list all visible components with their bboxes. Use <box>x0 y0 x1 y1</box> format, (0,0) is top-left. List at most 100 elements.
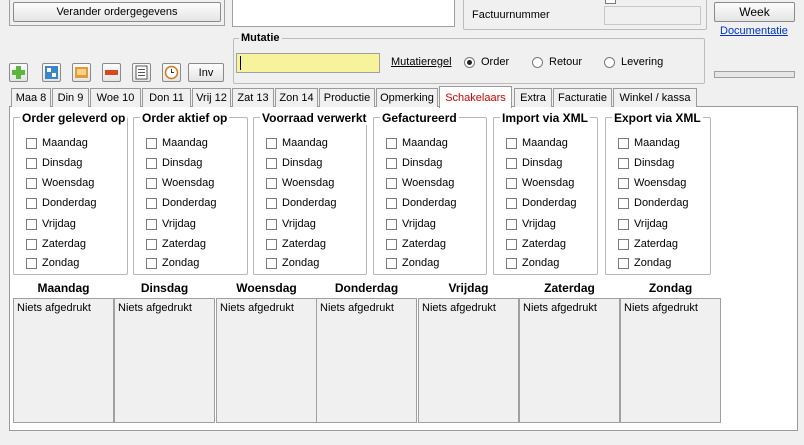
switch-checkbox-row[interactable]: Zondag <box>146 256 199 270</box>
switch-checkbox-row[interactable]: Zaterdag <box>146 237 206 251</box>
checkbox[interactable] <box>618 137 629 149</box>
add-icon[interactable] <box>9 63 28 82</box>
checkbox[interactable] <box>506 257 517 269</box>
checkbox[interactable] <box>266 157 277 169</box>
switch-checkbox-row[interactable]: Vrijdag <box>618 217 668 231</box>
checkbox[interactable] <box>386 197 397 209</box>
switch-checkbox-row[interactable]: Vrijdag <box>26 217 76 231</box>
tab-opmerking[interactable]: Opmerking <box>376 88 438 107</box>
checkbox[interactable] <box>266 218 277 230</box>
minus-icon[interactable] <box>102 63 121 82</box>
switch-checkbox-row[interactable]: Zondag <box>266 256 319 270</box>
switch-checkbox-row[interactable]: Maandag <box>386 136 448 150</box>
switch-checkbox-row[interactable]: Zondag <box>506 256 559 270</box>
checkbox[interactable] <box>618 157 629 169</box>
tab-productie[interactable]: Productie <box>319 88 375 107</box>
switch-checkbox-row[interactable]: Zondag <box>386 256 439 270</box>
switch-checkbox-row[interactable]: Donderdag <box>146 196 216 210</box>
checkbox[interactable] <box>618 177 629 189</box>
mutatie-input[interactable] <box>236 53 380 73</box>
checkbox[interactable] <box>506 137 517 149</box>
checkbox[interactable] <box>146 238 157 250</box>
switch-checkbox-row[interactable]: Donderdag <box>26 196 96 210</box>
switch-checkbox-row[interactable]: Maandag <box>26 136 88 150</box>
switch-checkbox-row[interactable]: Woensdag <box>506 176 574 190</box>
switch-checkbox-row[interactable]: Maandag <box>266 136 328 150</box>
checkbox[interactable] <box>146 197 157 209</box>
checkbox[interactable] <box>618 238 629 250</box>
tab-din-9[interactable]: Din 9 <box>52 88 89 107</box>
switch-checkbox-row[interactable]: Woensdag <box>618 176 686 190</box>
radio-levering[interactable] <box>604 57 615 68</box>
list-icon[interactable] <box>132 63 151 82</box>
checkbox[interactable] <box>506 218 517 230</box>
checkbox[interactable] <box>266 177 277 189</box>
checkbox[interactable] <box>26 137 37 149</box>
checkbox[interactable] <box>146 218 157 230</box>
checkbox[interactable] <box>26 177 37 189</box>
checkbox[interactable] <box>506 177 517 189</box>
checkbox[interactable] <box>386 177 397 189</box>
checkbox[interactable] <box>386 218 397 230</box>
switch-checkbox-row[interactable]: Vrijdag <box>146 217 196 231</box>
checkbox[interactable] <box>618 218 629 230</box>
clock-icon[interactable] <box>162 63 181 82</box>
switch-checkbox-row[interactable]: Donderdag <box>386 196 456 210</box>
change-order-button[interactable]: Verander ordergegevens <box>13 2 221 22</box>
switch-checkbox-row[interactable]: Donderdag <box>506 196 576 210</box>
checkbox[interactable] <box>26 218 37 230</box>
checkbox[interactable] <box>266 137 277 149</box>
checkbox[interactable] <box>26 157 37 169</box>
switch-checkbox-row[interactable]: Dinsdag <box>266 156 322 170</box>
tab-facturatie[interactable]: Facturatie <box>553 88 612 107</box>
checkbox[interactable] <box>506 197 517 209</box>
switch-checkbox-row[interactable]: Dinsdag <box>618 156 674 170</box>
tab-winkel-kassa[interactable]: Winkel / kassa <box>613 88 697 107</box>
switch-checkbox-row[interactable]: Maandag <box>506 136 568 150</box>
tab-woe-10[interactable]: Woe 10 <box>90 88 141 107</box>
radio-order[interactable] <box>464 57 475 68</box>
factuurnummer-field[interactable] <box>604 6 701 25</box>
tab-zon-14[interactable]: Zon 14 <box>275 88 318 107</box>
checkbox[interactable] <box>386 257 397 269</box>
switch-checkbox-row[interactable]: Woensdag <box>386 176 454 190</box>
switch-checkbox-row[interactable]: Vrijdag <box>386 217 436 231</box>
switch-checkbox-row[interactable]: Zaterdag <box>506 237 566 251</box>
radio-retour[interactable] <box>532 57 543 68</box>
switch-checkbox-row[interactable]: Zaterdag <box>266 237 326 251</box>
checkbox[interactable] <box>26 238 37 250</box>
switch-checkbox-row[interactable]: Zaterdag <box>618 237 678 251</box>
switch-checkbox-row[interactable]: Woensdag <box>266 176 334 190</box>
tab-don-11[interactable]: Don 11 <box>142 88 191 107</box>
switch-checkbox-row[interactable]: Woensdag <box>26 176 94 190</box>
switch-checkbox-row[interactable]: Dinsdag <box>146 156 202 170</box>
switch-checkbox-row[interactable]: Dinsdag <box>26 156 82 170</box>
tab-schakelaars[interactable]: Schakelaars <box>439 86 512 108</box>
top-checkbox[interactable] <box>605 0 616 4</box>
tab-maa-8[interactable]: Maa 8 <box>11 88 51 107</box>
switch-checkbox-row[interactable]: Dinsdag <box>386 156 442 170</box>
switch-checkbox-row[interactable]: Dinsdag <box>506 156 562 170</box>
checkbox[interactable] <box>146 257 157 269</box>
switch-checkbox-row[interactable]: Zaterdag <box>26 237 86 251</box>
switch-checkbox-row[interactable]: Maandag <box>146 136 208 150</box>
checkbox[interactable] <box>506 157 517 169</box>
checkbox[interactable] <box>506 238 517 250</box>
switch-checkbox-row[interactable]: Donderdag <box>618 196 688 210</box>
checkbox[interactable] <box>618 197 629 209</box>
documentatie-link[interactable]: Documentatie <box>720 25 788 37</box>
switch-checkbox-row[interactable]: Zaterdag <box>386 237 446 251</box>
switch-checkbox-row[interactable]: Woensdag <box>146 176 214 190</box>
checkbox[interactable] <box>386 137 397 149</box>
checkbox[interactable] <box>26 257 37 269</box>
checkbox[interactable] <box>26 197 37 209</box>
inv-button[interactable]: Inv <box>188 63 224 82</box>
top-middle-field[interactable] <box>232 0 455 27</box>
checkbox[interactable] <box>146 137 157 149</box>
checkbox[interactable] <box>266 197 277 209</box>
checkbox[interactable] <box>386 157 397 169</box>
switch-checkbox-row[interactable]: Vrijdag <box>266 217 316 231</box>
checkbox[interactable] <box>618 257 629 269</box>
switch-checkbox-row[interactable]: Zondag <box>26 256 79 270</box>
switch-checkbox-row[interactable]: Donderdag <box>266 196 336 210</box>
